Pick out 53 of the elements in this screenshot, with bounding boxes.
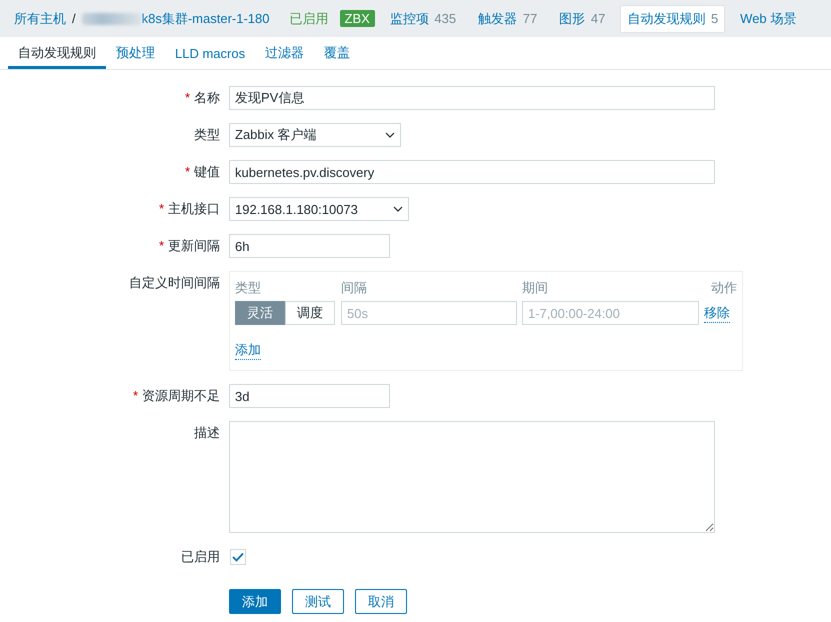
zbx-badge: ZBX	[340, 10, 375, 27]
text-field[interactable]: kubernetes.pv.discovery	[229, 160, 715, 184]
tab[interactable]: 自动发现规则	[8, 37, 106, 69]
field-label: 自定义时间间隔	[129, 274, 220, 292]
period-field[interactable]: 1-7,00:00-24:00	[522, 301, 699, 325]
tab[interactable]: LLD macros	[165, 37, 256, 69]
text-field[interactable]: 发现PV信息	[229, 86, 715, 110]
description-field[interactable]	[229, 421, 715, 533]
required-mark: *	[158, 201, 164, 216]
form-button[interactable]: 取消	[355, 589, 407, 614]
host-tab[interactable]: Web 场景	[733, 4, 804, 32]
required-mark: *	[184, 164, 190, 179]
breadcrumb-link[interactable]: 所有主机	[14, 10, 66, 28]
text-field[interactable]: 6h	[229, 234, 390, 258]
remove-link[interactable]: 移除	[704, 304, 730, 322]
column-header: 动作	[711, 279, 737, 297]
select-field[interactable]: 192.168.1.180:10073	[229, 197, 409, 221]
field-label: 已启用	[181, 548, 220, 566]
interval-field[interactable]: 50s	[341, 301, 517, 325]
chevron-down-icon	[385, 132, 395, 138]
select-field[interactable]: Zabbix 客户端	[229, 123, 401, 147]
host-tab[interactable]: 自动发现规则 5	[620, 4, 726, 32]
add-link[interactable]: 添加	[235, 341, 261, 360]
blurred-host-name	[82, 12, 142, 24]
mode-toggle[interactable]: 灵活	[235, 301, 285, 325]
checkbox[interactable]	[230, 549, 246, 565]
text-field[interactable]: 3d	[229, 384, 390, 408]
required-mark: *	[132, 388, 138, 403]
field-label: * 更新间隔	[158, 237, 220, 255]
required-mark: *	[184, 90, 190, 105]
required-mark: *	[158, 238, 164, 253]
host-tab[interactable]: 监控项 435	[382, 4, 464, 32]
chevron-down-icon	[393, 206, 403, 212]
tab[interactable]: 过滤器	[255, 37, 314, 69]
form-button[interactable]: 添加	[229, 589, 281, 614]
form-button[interactable]: 测试	[292, 589, 344, 614]
host-status[interactable]: 已启用	[290, 10, 328, 28]
breadcrumb-separator: /	[72, 11, 76, 26]
column-header: 期间	[522, 279, 549, 297]
host-tab[interactable]: 图形 47	[552, 4, 612, 32]
mode-toggle[interactable]: 调度	[285, 301, 335, 325]
column-header: 类型	[235, 279, 262, 297]
field-label: * 资源周期不足	[132, 387, 220, 405]
host-tab[interactable]: 触发器 77	[471, 4, 544, 32]
field-label: * 主机接口	[158, 200, 220, 218]
field-label: 类型	[194, 126, 220, 144]
tab[interactable]: 预处理	[106, 37, 165, 69]
column-header: 间隔	[341, 279, 368, 297]
tab[interactable]: 覆盖	[314, 37, 360, 69]
field-label: * 键值	[184, 163, 220, 181]
host-link[interactable]: k8s集群-master-1-180	[142, 10, 270, 28]
field-label: 描述	[194, 424, 220, 442]
field-label: * 名称	[184, 89, 220, 107]
